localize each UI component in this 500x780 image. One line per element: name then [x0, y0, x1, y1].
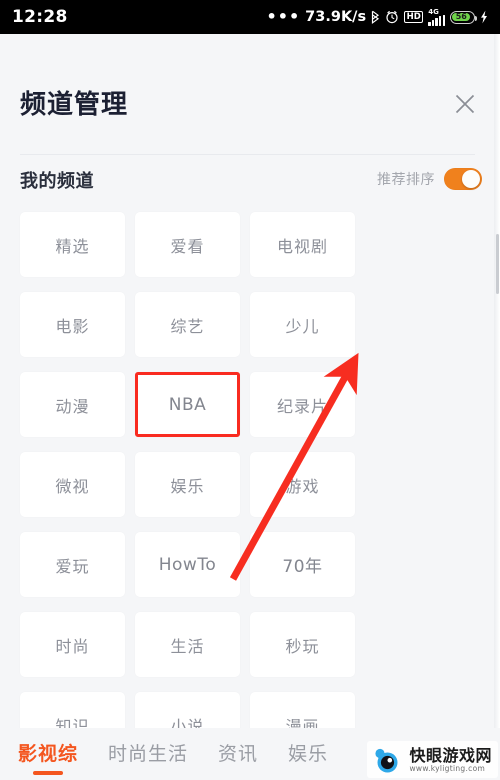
channel-tile[interactable]: 时尚	[20, 612, 125, 677]
channel-tile[interactable]: 综艺	[135, 292, 240, 357]
channel-tile[interactable]: 电视剧	[250, 212, 355, 277]
close-button[interactable]	[450, 89, 480, 119]
channel-tile[interactable]: HowTo	[135, 532, 240, 597]
channel-tile[interactable]: 秒玩	[250, 612, 355, 677]
battery-level-label: 56	[455, 12, 467, 21]
page-header: 频道管理	[0, 34, 500, 155]
channel-tile-label: 动漫	[55, 396, 90, 416]
my-channels-section-header: 我的频道 推荐排序	[0, 162, 500, 202]
watermark: 快眼游戏网 www.kyligting.com	[367, 741, 498, 778]
alarm-clock-icon	[385, 10, 399, 24]
channel-tile[interactable]: 电影	[20, 292, 125, 357]
channel-tile-label: 爱看	[170, 236, 205, 256]
channel-tile-label: HowTo	[158, 554, 217, 575]
channel-tile-label: 时尚	[55, 636, 90, 656]
channel-tile-label: 游戏	[285, 476, 320, 496]
channel-tile-label: 电视剧	[276, 236, 328, 256]
signal-strength-bars	[428, 14, 445, 26]
header-divider	[20, 154, 475, 155]
channel-tile-label: 娱乐	[170, 476, 205, 496]
channel-tile[interactable]: 爱看	[135, 212, 240, 277]
battery-icon: 56	[450, 10, 478, 24]
charging-bolt-icon	[480, 10, 488, 24]
channel-tile[interactable]: 动漫	[20, 372, 125, 437]
channel-tile-label: 纪录片	[276, 396, 328, 416]
status-icons: ••• 73.9K/s HD 4G 56	[266, 7, 488, 26]
page-edge-sliver	[494, 34, 500, 728]
channel-tile[interactable]: 生活	[135, 612, 240, 677]
tab-3[interactable]: 资讯	[218, 739, 258, 770]
channel-tile-label: 秒玩	[285, 636, 320, 656]
kuaiyan-eye-logo-icon	[373, 746, 403, 774]
channel-tile[interactable]: 娱乐	[135, 452, 240, 517]
channel-tile[interactable]: 微视	[20, 452, 125, 517]
channel-tile-label: 生活	[170, 636, 205, 656]
channel-tile[interactable]: 爱玩	[20, 532, 125, 597]
channel-tile-label: 70年	[282, 557, 323, 577]
channel-tile-label: 爱玩	[55, 556, 90, 576]
recommend-sort-label: 推荐排序	[377, 172, 435, 188]
channel-tile-label: 微视	[55, 476, 90, 496]
network-speed-label: 73.9K/s	[305, 9, 367, 25]
signal-bars-icon: 4G	[428, 8, 445, 26]
watermark-name: 快眼游戏网	[409, 746, 492, 765]
recommend-sort-control[interactable]: 推荐排序	[377, 168, 482, 190]
status-bar: 12:28 ••• 73.9K/s HD 4G 56	[0, 0, 500, 34]
channel-tile-label: 电影	[55, 316, 90, 336]
channel-management-screen: 12:28 ••• 73.9K/s HD 4G 56 频道管理 我的频道 推荐排…	[0, 0, 500, 780]
more-dots-icon: •••	[266, 7, 301, 26]
channel-grid: 精选 爱看 电视剧 电影 综艺 少儿 动漫 NBA 纪录片 微视 娱乐 游戏 爱玩 HowTo 70年 时尚生…	[20, 212, 460, 780]
section-title: 我的频道	[20, 171, 94, 192]
scrollbar-thumb[interactable]	[496, 234, 499, 294]
bluetooth-icon	[371, 10, 380, 24]
page-title: 频道管理	[20, 90, 129, 120]
watermark-url: www.kyligting.com	[409, 764, 486, 773]
tab-2[interactable]: 时尚生活	[108, 739, 188, 770]
toggle-knob	[461, 169, 481, 189]
status-clock: 12:28	[12, 7, 68, 27]
close-icon	[455, 94, 475, 114]
channel-tile[interactable]: NBA	[135, 372, 240, 437]
channel-tile-label: NBA	[168, 394, 207, 415]
channel-tile-label: 综艺	[170, 316, 205, 336]
channel-tile[interactable]: 70年	[250, 532, 355, 597]
channel-tile[interactable]: 游戏	[250, 452, 355, 517]
channel-tile[interactable]: 纪录片	[250, 372, 355, 437]
channel-tile-label: 精选	[55, 236, 90, 256]
channel-tile-label: 少儿	[285, 316, 320, 336]
channel-tile[interactable]: 精选	[20, 212, 125, 277]
recommend-sort-toggle[interactable]	[444, 168, 482, 190]
hd-icon: HD	[404, 11, 424, 23]
channel-tile[interactable]: 少儿	[250, 292, 355, 357]
tab-4[interactable]: 娱乐	[288, 739, 328, 770]
tab-1[interactable]: 影视综	[18, 739, 78, 770]
